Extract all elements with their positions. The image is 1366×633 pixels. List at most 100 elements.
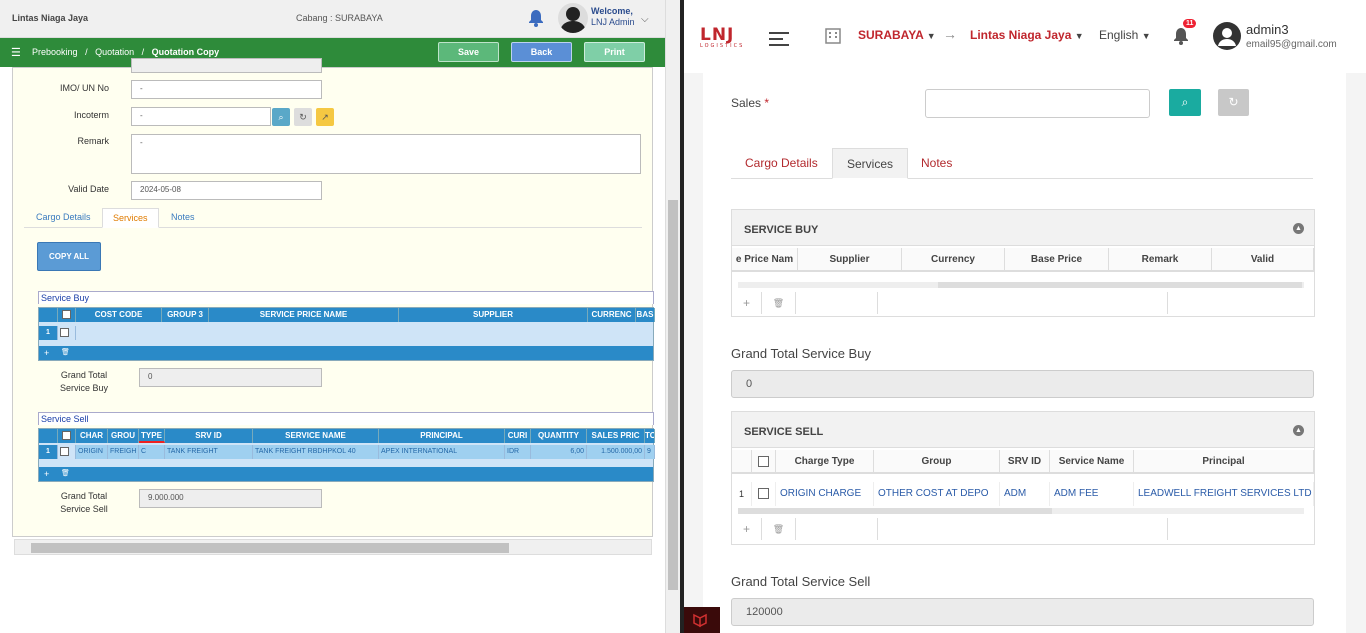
external-link-icon[interactable]: ↗ — [316, 108, 334, 126]
row-checkbox[interactable] — [58, 445, 76, 459]
cell-srv-id[interactable]: ADM — [1000, 482, 1050, 506]
grid-header-supplier[interactable]: SUPPLIER — [399, 308, 588, 322]
copy-all-button[interactable]: COPY ALL — [37, 242, 101, 271]
grid-header-base[interactable]: BAS — [636, 308, 655, 322]
trash-icon[interactable]: 🗑 — [61, 467, 70, 481]
hamburger-icon[interactable] — [769, 32, 789, 50]
refresh-icon[interactable]: ↻ — [294, 108, 312, 126]
col-service-price-name[interactable]: e Price Nam — [732, 248, 798, 272]
grid-header-type[interactable]: TYPE — [139, 429, 165, 443]
top-field-partial[interactable] — [131, 58, 322, 73]
row-checkbox[interactable] — [58, 326, 76, 340]
collapse-icon[interactable]: ▲ — [1293, 425, 1304, 436]
cell-type[interactable]: C — [139, 445, 165, 459]
collapse-icon[interactable]: ▲ — [1293, 223, 1304, 234]
cell-group[interactable]: FREIGH — [108, 445, 139, 459]
welcome-text[interactable]: Welcome, LNJ Admin — [591, 6, 635, 28]
remark-field[interactable]: - — [131, 134, 641, 174]
grid-header-charge[interactable]: CHAR — [76, 429, 108, 443]
laravel-icon[interactable] — [684, 607, 720, 633]
add-row-icon[interactable]: + — [732, 292, 762, 314]
tab-notes[interactable]: Notes — [907, 148, 966, 179]
refresh-icon[interactable]: ↻ — [1218, 89, 1249, 116]
tab-cargo-details[interactable]: Cargo Details — [731, 148, 832, 179]
col-srv-id[interactable]: SRV ID — [1000, 450, 1050, 474]
grid-header-cost-code[interactable]: COST CODE — [76, 308, 162, 322]
tab-cargo-details[interactable]: Cargo Details — [26, 208, 101, 228]
back-button[interactable]: Back — [511, 42, 572, 62]
grid-header-total[interactable]: TO — [645, 429, 655, 443]
print-button[interactable]: Print — [584, 42, 645, 62]
branch-selector[interactable]: SURABAYA ▼ — [858, 28, 936, 42]
grid-scrollbar[interactable] — [738, 508, 1304, 514]
horizontal-scrollbar[interactable] — [14, 539, 652, 555]
col-remark[interactable]: Remark — [1109, 248, 1212, 272]
tab-services[interactable]: Services — [102, 208, 159, 228]
row-checkbox[interactable] — [752, 482, 776, 506]
language-selector[interactable]: English ▼ — [1099, 28, 1151, 42]
username[interactable]: admin3 — [1246, 22, 1289, 37]
grid-header-principal[interactable]: PRINCIPAL — [379, 429, 505, 443]
breadcrumb-quotation[interactable]: Quotation — [95, 47, 134, 57]
cell-charge[interactable]: ORIGIN — [76, 445, 108, 459]
cell-sales-price[interactable]: 1.500.000,00 — [587, 445, 645, 459]
grid-header-checkbox[interactable] — [58, 308, 76, 322]
cell-currency[interactable]: IDR — [505, 445, 531, 459]
cell-group[interactable]: OTHER COST AT DEPO — [874, 482, 1000, 506]
col-checkbox[interactable] — [752, 450, 776, 474]
user-avatar[interactable] — [558, 3, 588, 33]
menu-icon[interactable]: ☰ — [11, 46, 21, 59]
grid-scrollbar[interactable] — [738, 282, 1304, 288]
tab-notes[interactable]: Notes — [161, 208, 205, 228]
col-service-name[interactable]: Service Name — [1050, 450, 1134, 474]
col-currency[interactable]: Currency — [902, 248, 1005, 272]
cell-charge-type[interactable]: ORIGIN CHARGE — [776, 482, 874, 506]
col-valid[interactable]: Valid — [1212, 248, 1314, 272]
tab-services[interactable]: Services — [832, 148, 909, 179]
grid-header-sales-price[interactable]: SALES PRIC — [587, 429, 645, 443]
breadcrumb-prebooking[interactable]: Prebooking — [32, 47, 78, 57]
grid-header-quantity[interactable]: QUANTITY — [531, 429, 587, 443]
chevron-down-icon[interactable]: ⌵ — [641, 14, 649, 25]
save-button[interactable]: Save — [438, 42, 499, 62]
company-selector[interactable]: Lintas Niaga Jaya ▼ — [970, 28, 1084, 42]
col-charge-type[interactable]: Charge Type — [776, 450, 874, 474]
user-avatar[interactable] — [1213, 22, 1241, 50]
scroll-thumb[interactable] — [738, 508, 1052, 514]
cell-total[interactable]: 9 — [645, 445, 655, 459]
grid-header-checkbox[interactable] — [58, 429, 76, 443]
scroll-thumb[interactable] — [938, 282, 1302, 288]
scroll-thumb[interactable] — [31, 543, 509, 553]
add-row-icon[interactable]: + — [732, 518, 762, 540]
search-icon[interactable]: ⌕ — [272, 108, 290, 126]
col-group[interactable]: Group — [874, 450, 1000, 474]
valid-date-field[interactable]: 2024-05-08 — [131, 181, 322, 200]
grid-header-service-name[interactable]: SERVICE NAME — [253, 429, 379, 443]
grid-header-group[interactable]: GROU — [108, 429, 139, 443]
trash-icon[interactable]: 🗑 — [762, 292, 796, 314]
bell-icon[interactable] — [528, 9, 544, 27]
scroll-thumb[interactable] — [668, 200, 678, 590]
search-icon[interactable]: ⌕ — [1169, 89, 1201, 116]
sales-input[interactable] — [925, 89, 1150, 118]
add-row-icon[interactable]: + — [44, 346, 49, 360]
col-base-price[interactable]: Base Price — [1005, 248, 1109, 272]
col-supplier[interactable]: Supplier — [798, 248, 902, 272]
incoterm-field[interactable]: - — [131, 107, 271, 126]
cell-principal[interactable]: APEX INTERNATIONAL — [379, 445, 505, 459]
bell-icon[interactable] — [1173, 27, 1189, 45]
grid-header-service-price-name[interactable]: SERVICE PRICE NAME — [209, 308, 399, 322]
grid-header-currency[interactable]: CURRENC — [588, 308, 636, 322]
grid-header-group[interactable]: GROUP 3 — [162, 308, 209, 322]
cell-principal[interactable]: LEADWELL FREIGHT SERVICES LTD — [1134, 482, 1314, 506]
cell-quantity[interactable]: 6,00 — [531, 445, 587, 459]
brand-logo[interactable]: LNJ LOGISTICS — [700, 27, 744, 50]
grid-header-currency[interactable]: CURI — [505, 429, 531, 443]
trash-icon[interactable]: 🗑 — [61, 346, 70, 360]
imo-field[interactable]: - — [131, 80, 322, 99]
cell-service-name[interactable]: TANK FREIGHT RBDHPKOL 40 — [253, 445, 379, 459]
cell-srv-id[interactable]: TANK FREIGHT — [165, 445, 253, 459]
vertical-scrollbar[interactable] — [665, 0, 680, 633]
trash-icon[interactable]: 🗑 — [762, 518, 796, 540]
col-principal[interactable]: Principal — [1134, 450, 1314, 474]
